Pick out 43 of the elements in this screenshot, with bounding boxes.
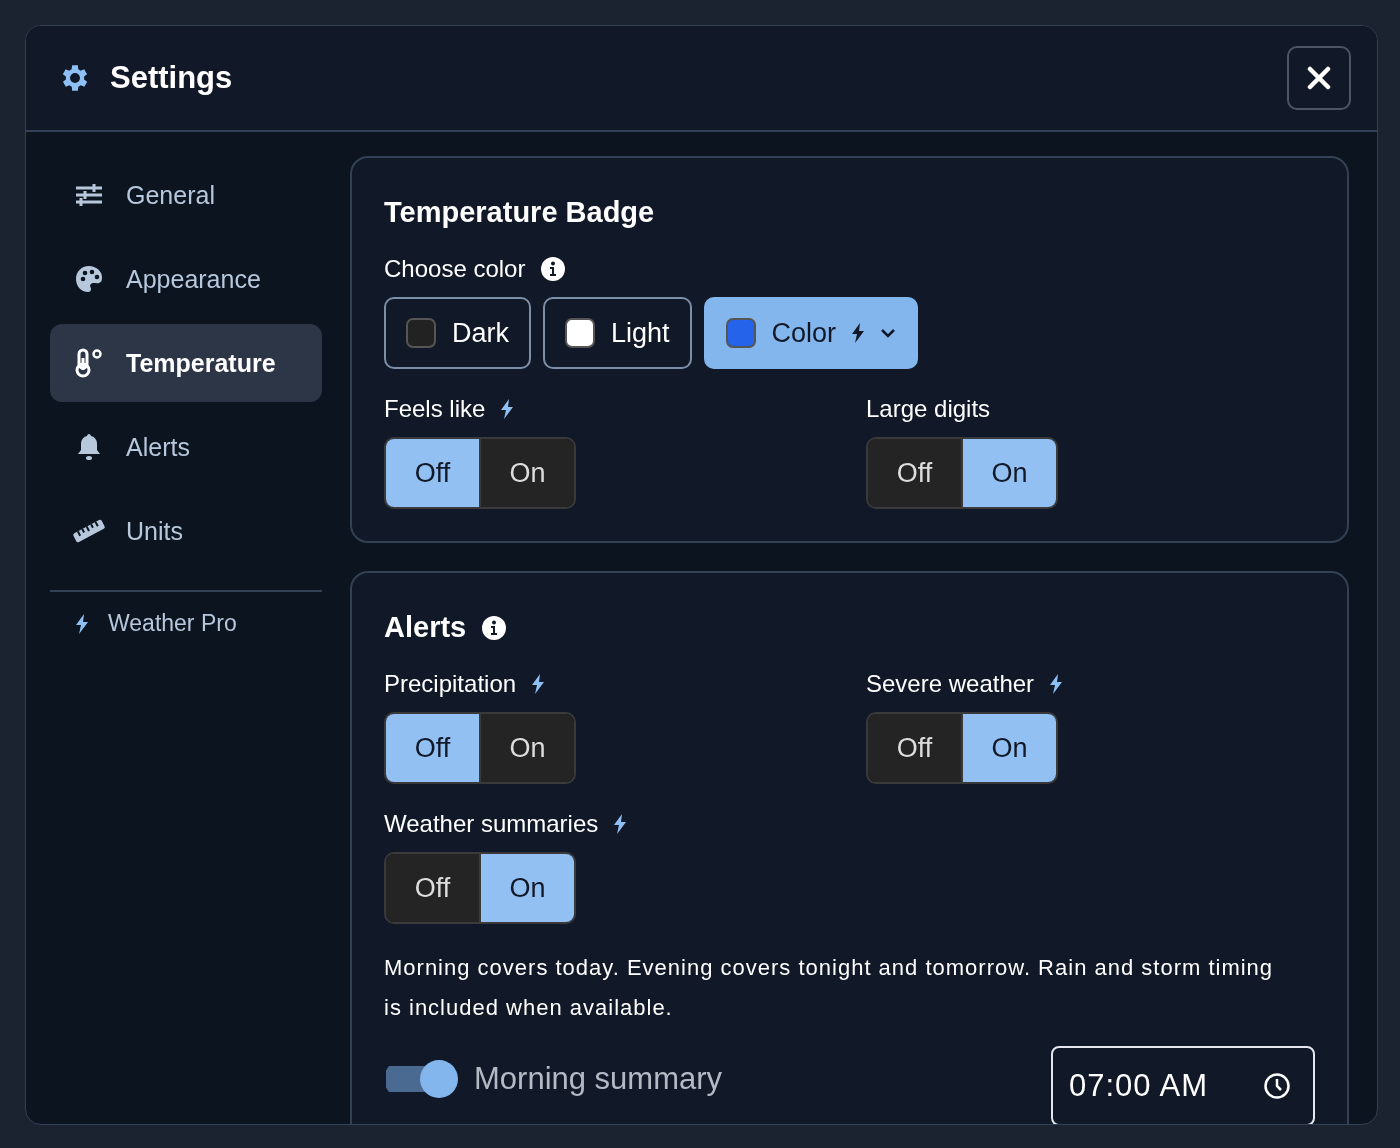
toggle-label: Severe weather [866,670,1035,698]
sidebar-item[interactable]: Alerts [50,408,322,486]
clock-icon [1263,1072,1291,1100]
segment-option[interactable]: On [479,714,574,782]
switch-label: Morning summary [474,1061,723,1097]
toggle-label: Large digits [866,395,991,423]
sidebar-item[interactable]: General [50,156,322,234]
info-icon [541,257,566,281]
info-icon [482,615,507,640]
segment-option[interactable]: Off [386,439,479,507]
bolt-icon [852,323,865,343]
description-text: Morning covers today. Evening covers tonight and tomorrow. Rain and storm timing is included when available. [384,954,1275,1022]
color-option[interactable]: Dark [384,297,531,369]
chevron-down-icon [880,328,897,338]
segment-option[interactable]: On [961,439,1056,507]
sidebar-item[interactable]: Appearance [50,240,322,318]
bolt-icon [76,613,88,634]
bolt-icon [532,674,545,694]
bolt-icon [614,814,627,834]
color-option[interactable]: Color [703,297,919,369]
window-title: Settings [110,60,234,96]
toggle-label: Precipitation [384,670,517,698]
segment-option[interactable]: On [479,854,574,922]
card-title: Alerts [384,611,467,644]
close-icon [1307,66,1331,90]
segment-option[interactable]: Off [386,714,479,782]
segment-option[interactable]: Off [868,439,961,507]
close-button[interactable] [1287,46,1351,110]
time-field[interactable]: 07:00 AM [1051,1046,1315,1124]
bolt-icon [501,399,514,419]
color-option[interactable]: Light [543,297,692,369]
segment-option[interactable]: Off [386,854,479,922]
segment-option[interactable]: Off [868,714,961,782]
upgrade-link[interactable]: Weather Pro [50,592,322,637]
toggle-label: Weather summaries [384,810,599,838]
segment-option[interactable]: On [961,714,1056,782]
segment-option[interactable]: On [479,439,574,507]
bolt-icon [1050,674,1063,694]
toggle-label: Feels like [384,395,486,423]
sidebar-item[interactable]: Temperature [50,324,322,402]
field-label: Choose color [384,255,526,283]
card-title: Temperature Badge [384,196,655,229]
sidebar-item[interactable]: Units [50,492,322,570]
